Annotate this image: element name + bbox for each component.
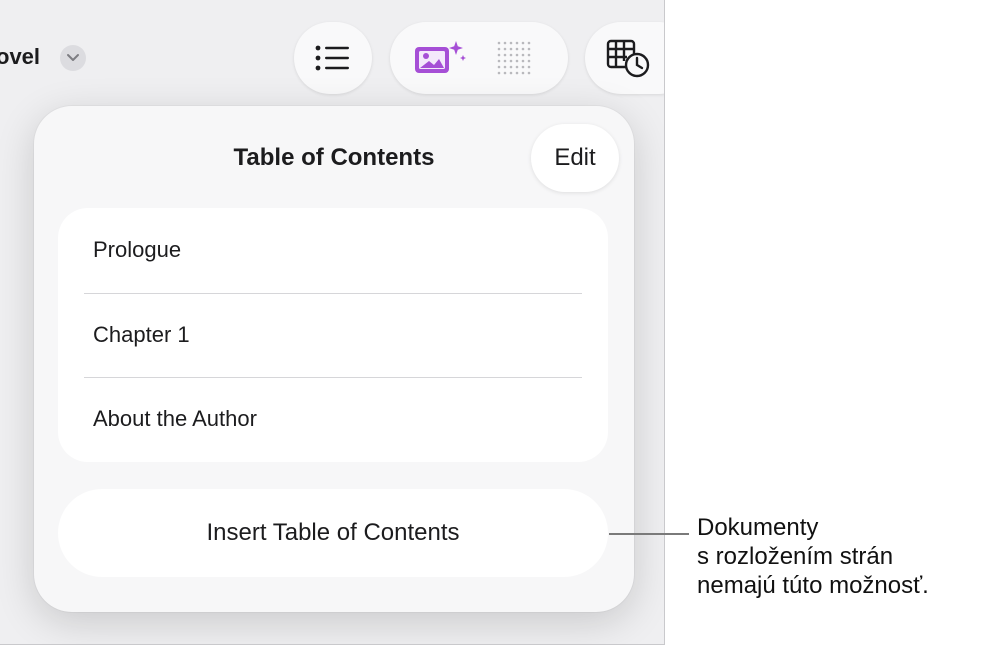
table-of-contents-popover: Table of Contents Edit Prologue Chapter …	[34, 106, 634, 612]
edit-button[interactable]: Edit	[531, 124, 619, 192]
app-window: ovel Table of Contents Edit Prologue Cha…	[0, 0, 665, 645]
insert-table-of-contents-button[interactable]: Insert Table of Contents	[58, 489, 608, 577]
list-item[interactable]: About the Author	[58, 377, 608, 462]
callout-line-1: Dokumenty	[697, 514, 819, 541]
dot-grid-icon	[497, 41, 531, 75]
toc-list: Prologue Chapter 1 About the Author	[58, 208, 608, 462]
table-clock-icon	[606, 39, 650, 78]
grid-button[interactable]	[474, 40, 554, 76]
callout-text: Dokumenty s rozložením strán nemajú túto…	[697, 513, 929, 600]
list-item[interactable]: Chapter 1	[58, 292, 608, 378]
list-item[interactable]: Prologue	[58, 208, 608, 293]
insert-table-chart-button[interactable]	[585, 22, 664, 94]
callout-leader-line	[609, 533, 689, 535]
insert-image-button[interactable]	[404, 37, 474, 79]
format-list-button[interactable]	[294, 22, 372, 94]
document-title[interactable]: ovel	[0, 44, 40, 70]
chevron-down-icon[interactable]	[60, 45, 86, 71]
insert-media-group	[390, 22, 568, 94]
image-sparkle-icon	[415, 41, 466, 73]
callout-line-2: s rozložením strán	[697, 543, 894, 570]
callout-line-3: nemajú túto možnosť.	[697, 572, 929, 599]
list-icon	[315, 45, 349, 71]
